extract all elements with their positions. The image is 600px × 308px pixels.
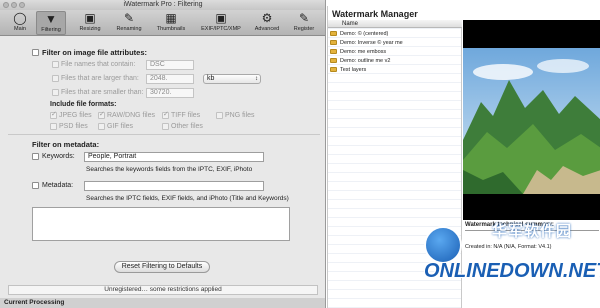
tab-resizing[interactable]: ▣ Resizing bbox=[74, 11, 106, 35]
jpeg-label: JPEG files bbox=[59, 112, 92, 119]
watermark-item-label: Demo: me emboss bbox=[340, 49, 387, 55]
metadata-input[interactable] bbox=[84, 181, 264, 191]
tab-advanced-label: Advanced bbox=[254, 26, 280, 32]
site-watermark-en: ONLINEDOWN.NET bbox=[424, 260, 600, 282]
filtering-window: iWatermark Pro : Filtering ◯ Main ▼ Filt… bbox=[0, 0, 326, 308]
metadata-label: Metadata: bbox=[42, 182, 74, 189]
name-column-header[interactable]: Name bbox=[328, 20, 462, 28]
keywords-label: Keywords: bbox=[42, 153, 75, 160]
preferences-toolbar: ◯ Main ▼ Filtering ▣ Resizing ✎ Renaming… bbox=[0, 10, 325, 36]
site-watermark-cn: 华军软件园 bbox=[492, 223, 573, 240]
folder-icon bbox=[330, 58, 337, 63]
folder-icon bbox=[330, 31, 337, 36]
tab-filtering[interactable]: ▼ Filtering bbox=[36, 11, 66, 35]
metadata-checkbox[interactable] bbox=[32, 182, 39, 189]
psd-label: PSD files bbox=[59, 123, 88, 130]
landscape-photo bbox=[463, 48, 600, 194]
watermark-manager-title: Watermark Manager bbox=[332, 9, 418, 19]
png-label: PNG files bbox=[225, 112, 255, 119]
tiff-label: TIFF files bbox=[171, 112, 201, 119]
metadata-icon: ▣ bbox=[215, 11, 227, 25]
watermark-item[interactable]: Demo: me emboss bbox=[330, 49, 386, 55]
tab-resizing-label: Resizing bbox=[79, 26, 101, 32]
smaller-than-input[interactable]: 30720. bbox=[146, 88, 194, 98]
site-logo-icon bbox=[424, 226, 462, 264]
tab-main[interactable]: ◯ Main bbox=[6, 11, 34, 35]
tab-thumbnails[interactable]: ▦ Thumbnails bbox=[152, 11, 190, 35]
larger-than-checkbox[interactable] bbox=[52, 75, 59, 82]
file-names-input[interactable]: DSC bbox=[146, 60, 194, 70]
filter-attributes-heading: Filter on image file attributes: bbox=[42, 48, 148, 57]
png-checkbox[interactable] bbox=[216, 112, 223, 119]
gif-label: GIF files bbox=[107, 123, 134, 130]
minimize-window-button[interactable] bbox=[11, 2, 17, 8]
funnel-icon: ▼ bbox=[45, 12, 57, 26]
formats-heading: Include file formats: bbox=[50, 101, 117, 108]
filtering-pane: Filter on image file attributes: File na… bbox=[0, 37, 325, 308]
thumbnails-icon: ▦ bbox=[165, 11, 177, 25]
filter-attributes-checkbox[interactable] bbox=[32, 49, 39, 56]
tab-register-label: Register bbox=[293, 26, 315, 32]
larger-than-input[interactable]: 2048. bbox=[146, 74, 194, 84]
site-watermark: 华军软件园 ONLINEDOWN.NET bbox=[418, 216, 600, 306]
jpeg-checkbox[interactable] bbox=[50, 110, 57, 119]
tab-main-label: Main bbox=[14, 26, 26, 32]
folder-icon bbox=[330, 67, 337, 72]
tab-exif-iptc-xmp[interactable]: ▣ EXIF/IPTC/XMP bbox=[196, 11, 246, 35]
watermark-item-label: Test layers bbox=[340, 67, 367, 73]
resize-icon: ▣ bbox=[84, 11, 96, 25]
larger-than-label: Files that are larger than: bbox=[61, 75, 139, 82]
keywords-input[interactable]: People, Portrait bbox=[84, 152, 264, 162]
window-title: iWatermark Pro : Filtering bbox=[123, 1, 203, 8]
size-unit-value: kb bbox=[207, 75, 215, 82]
window-titlebar: iWatermark Pro : Filtering bbox=[0, 0, 325, 10]
smaller-than-label: Files that are smaller than: bbox=[61, 89, 144, 96]
watermark-item[interactable]: Demo: outline me v2 bbox=[330, 58, 390, 64]
reset-filtering-button[interactable]: Reset Filtering to Defaults bbox=[114, 261, 210, 273]
metadata-heading: Filter on metadata: bbox=[32, 140, 100, 149]
watermark-item[interactable]: Demo: © (centered) bbox=[330, 31, 388, 37]
registration-status: Unregistered… some restrictions applied bbox=[8, 285, 318, 295]
gif-checkbox[interactable] bbox=[98, 123, 105, 130]
tab-register[interactable]: ✎ Register bbox=[288, 11, 320, 35]
watermark-item-label: Demo: Inverse © year me bbox=[340, 40, 403, 46]
tab-advanced[interactable]: ⚙ Advanced bbox=[250, 11, 284, 35]
section-divider bbox=[8, 134, 320, 135]
register-icon: ✎ bbox=[298, 11, 310, 25]
file-names-label: File names that contain: bbox=[61, 61, 136, 68]
gear-icon: ⚙ bbox=[261, 11, 273, 25]
tab-renaming-label: Renaming bbox=[116, 26, 142, 32]
main-icon: ◯ bbox=[13, 11, 27, 25]
current-processing-label: Current Processing bbox=[0, 298, 325, 308]
tab-thumbnails-label: Thumbnails bbox=[156, 26, 186, 32]
chevron-updown-icon: ↕ bbox=[255, 76, 258, 82]
watermark-item-label: Demo: outline me v2 bbox=[340, 58, 391, 64]
smaller-than-checkbox[interactable] bbox=[52, 89, 59, 96]
tiff-checkbox[interactable] bbox=[162, 110, 169, 119]
results-textarea[interactable] bbox=[32, 207, 290, 241]
size-unit-select[interactable]: kb ↕ bbox=[203, 74, 261, 84]
raw-checkbox[interactable] bbox=[98, 110, 105, 119]
watermark-preview bbox=[463, 20, 600, 220]
metadata-hint: Searches the IPTC fields, EXIF fields, a… bbox=[86, 195, 289, 202]
folder-icon bbox=[330, 49, 337, 54]
folder-icon bbox=[330, 40, 337, 45]
keywords-hint: Searches the keywords fields from the IP… bbox=[86, 166, 253, 173]
other-checkbox[interactable] bbox=[162, 123, 169, 130]
watermark-item[interactable]: Demo: Inverse © year me bbox=[330, 40, 403, 46]
tab-filtering-label: Filtering bbox=[41, 27, 61, 33]
rename-icon: ✎ bbox=[123, 11, 135, 25]
file-names-checkbox[interactable] bbox=[52, 61, 59, 68]
tab-renaming[interactable]: ✎ Renaming bbox=[112, 11, 146, 35]
keywords-checkbox[interactable] bbox=[32, 153, 39, 160]
tab-exif-label: EXIF/IPTC/XMP bbox=[201, 26, 241, 32]
watermark-item-label: Demo: © (centered) bbox=[340, 31, 389, 37]
watermark-item[interactable]: Test layers bbox=[330, 67, 366, 73]
close-window-button[interactable] bbox=[3, 2, 9, 8]
psd-checkbox[interactable] bbox=[50, 123, 57, 130]
other-label: Other files bbox=[171, 123, 203, 130]
raw-label: RAW/DNG files bbox=[107, 112, 155, 119]
zoom-window-button[interactable] bbox=[19, 2, 25, 8]
